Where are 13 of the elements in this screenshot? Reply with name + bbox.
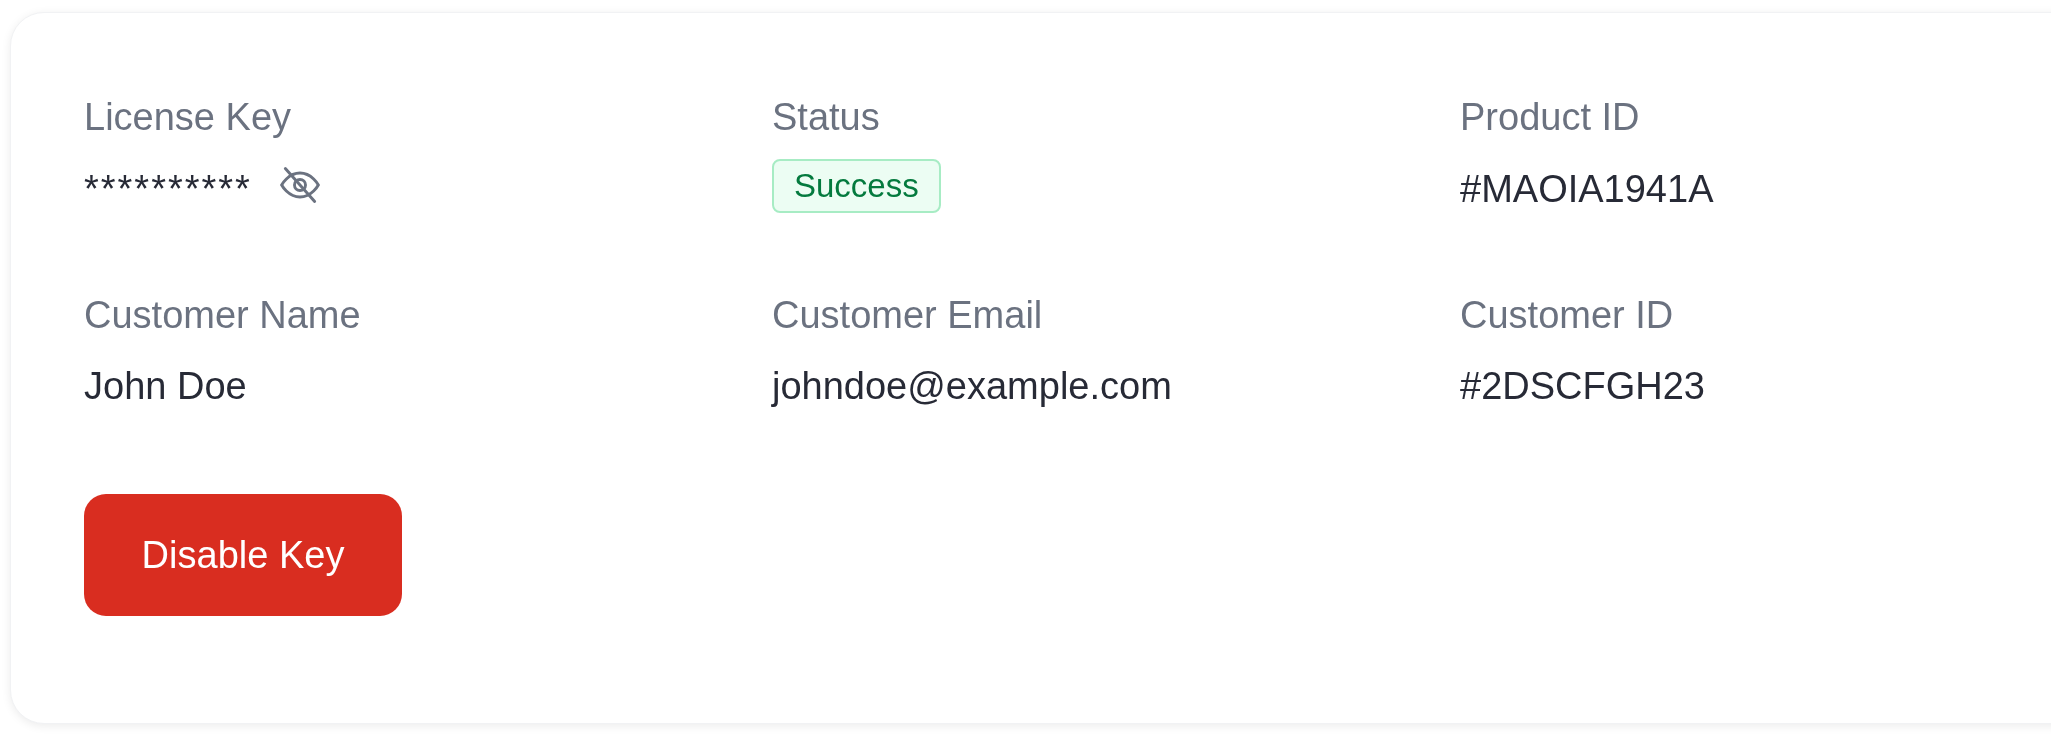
field-label: Customer Name — [84, 292, 362, 338]
disable-key-button[interactable]: Disable Key — [84, 494, 402, 617]
field-label: Status — [772, 95, 881, 140]
status-badge: Success — [772, 158, 941, 214]
field-value: John Doe — [84, 364, 247, 410]
field-value: #MAOIA1941A — [1460, 166, 1714, 212]
field-label: Customer ID — [1460, 292, 1675, 338]
field-label: Customer Email — [772, 292, 1044, 338]
field-label: Product ID — [1460, 95, 1641, 140]
masked-key: ********** — [84, 166, 252, 213]
field-value: #2DSCFGH23 — [1460, 364, 1705, 410]
field-label: License Key — [84, 95, 292, 140]
field-value: johndoe@example.com — [772, 364, 1172, 410]
